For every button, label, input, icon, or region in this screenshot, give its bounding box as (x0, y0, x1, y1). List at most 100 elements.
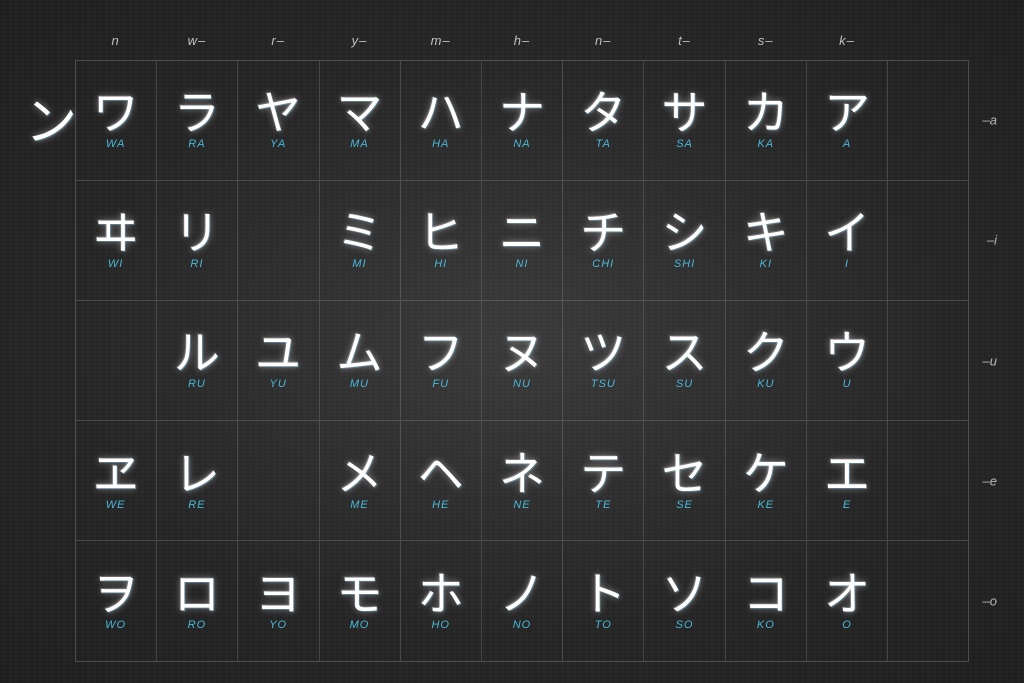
kana-romanji-ku: KU (757, 378, 774, 390)
kana-char-wo: ヲ (93, 571, 139, 617)
kana-romanji-ru: RU (188, 378, 206, 390)
kana-char-wi: ヰ (93, 210, 139, 256)
kana-cell-ka: カ KA (725, 60, 806, 180)
kana-romanji-re: RE (188, 499, 205, 511)
kana-char-ke: ケ (743, 451, 789, 497)
kana-romanji-ma: MA (350, 138, 369, 150)
kana-cell-ne: ネ NE (481, 421, 562, 541)
kana-characters-grid: ワ WA ラ RA ヤ YA マ MA ハ HA ナ NA (75, 60, 969, 662)
kana-cell-ra: ラ RA (156, 60, 237, 180)
kana-romanji-yo: YO (269, 619, 287, 631)
kana-character-n: ン (25, 80, 77, 155)
kana-cell-sa: サ SA (644, 60, 725, 180)
kana-cell-nu: ヌ NU (481, 300, 562, 420)
kana-cell-no: ノ NO (481, 541, 562, 661)
kana-romanji-yu: YU (270, 378, 287, 390)
kana-cell-ku: ク KU (725, 300, 806, 420)
kana-char-a: ア (824, 90, 870, 136)
kana-cell-wa: ワ WA (75, 60, 156, 180)
kana-char-ru: ル (174, 330, 220, 376)
kana-char-we: ヱ (93, 451, 139, 497)
kana-char-ni: ニ (499, 210, 545, 256)
kana-char-ta: タ (580, 90, 626, 136)
kana-romanji-u: U (843, 378, 852, 390)
kana-cell-empty-o (888, 541, 969, 661)
kana-char-na: ナ (499, 90, 545, 136)
kana-cell-ro: ロ RO (156, 541, 237, 661)
kana-cell-empty-i (888, 180, 969, 300)
kana-char-te: テ (580, 451, 626, 497)
kana-char-o: オ (824, 571, 870, 617)
kana-cell-e: エ E (806, 421, 887, 541)
kana-cell-o: オ O (806, 541, 887, 661)
katakana-grid-container: n w– r– y– m– h– n– t– s (27, 22, 997, 662)
kana-cell-ki: キ KI (725, 180, 806, 300)
kana-char-e: エ (824, 451, 870, 497)
kana-char-ne: ネ (499, 451, 545, 497)
kana-romanji-ri: RI (190, 258, 203, 270)
kana-cell-empty-a (888, 60, 969, 180)
kana-romanji-te: TE (595, 499, 611, 511)
kana-char-he: ヘ (418, 451, 464, 497)
kana-cell-yo: ヨ YO (238, 541, 319, 661)
col-header-t: t– (644, 22, 725, 60)
row-header-u: –u (969, 353, 997, 368)
kana-cell-mo: モ MO (319, 541, 400, 661)
kana-cell-se: セ SE (644, 421, 725, 541)
kana-cell-tsu: ツ TSU (563, 300, 644, 420)
kana-cell-we: ヱ WE (75, 421, 156, 541)
kana-char-nu: ヌ (499, 330, 545, 376)
kana-char-u: ウ (824, 330, 870, 376)
kana-cell-u: ウ U (806, 300, 887, 420)
kana-romanji-e: E (843, 499, 851, 511)
kana-cell-ta: タ TA (563, 60, 644, 180)
kana-char-so: ソ (662, 571, 708, 617)
kana-char-no: ノ (499, 571, 545, 617)
kana-char-shi: シ (662, 210, 708, 256)
kana-cell-su: ス SU (644, 300, 725, 420)
col-header-y: y– (319, 22, 400, 60)
col-header-n2: n– (563, 22, 644, 60)
kana-char-i: イ (824, 210, 870, 256)
col-header-n: n (75, 22, 156, 60)
kana-romanji-we: WE (106, 499, 126, 511)
kana-char-ri: リ (174, 210, 220, 256)
kana-romanji-hi: HI (434, 258, 447, 270)
kana-romanji-no: NO (513, 619, 532, 631)
kana-char-tsu: ツ (580, 330, 626, 376)
kana-cell-ri: リ RI (156, 180, 237, 300)
kana-cell-hi: ヒ HI (400, 180, 481, 300)
kana-romanji-ha: HA (432, 138, 449, 150)
kana-char-mi: ミ (336, 210, 382, 256)
kana-romanji-mu: MU (350, 378, 369, 390)
kana-cell-yu: ユ YU (238, 300, 319, 420)
kana-cell-n: ン (27, 60, 75, 662)
kana-cell-empty-u (888, 300, 969, 420)
kana-cell-re: レ RE (156, 421, 237, 541)
kana-cell-ho: ホ HO (400, 541, 481, 661)
column-headers: n w– r– y– m– h– n– t– s (75, 22, 969, 60)
kana-romanji-ko: KO (757, 619, 775, 631)
kana-romanji-fu: FU (432, 378, 449, 390)
kana-cell-wi: ヰ WI (75, 180, 156, 300)
kana-char-su: ス (662, 330, 708, 376)
row-header-o: –o (969, 594, 997, 609)
kana-cell-ke: ケ KE (725, 421, 806, 541)
kana-cell-empty-e (888, 421, 969, 541)
row-header-a: –a (969, 112, 997, 127)
kana-romanji-so: SO (676, 619, 694, 631)
kana-cell-mu: ム MU (319, 300, 400, 420)
kana-char-wa: ワ (93, 90, 139, 136)
kana-cell-na: ナ NA (481, 60, 562, 180)
kana-cell-ni: ニ NI (481, 180, 562, 300)
kana-cell-he: ヘ HE (400, 421, 481, 541)
kana-romanji-i: I (845, 258, 849, 270)
kana-char-ra: ラ (174, 90, 220, 136)
kana-cell-mi: ミ MI (319, 180, 400, 300)
kana-romanji-ro: RO (188, 619, 207, 631)
kana-romanji-ne: NE (513, 499, 530, 511)
kana-cell-a: ア A (806, 60, 887, 180)
kana-romanji-a: A (843, 138, 851, 150)
kana-cell-i: イ I (806, 180, 887, 300)
col-header-m: m– (400, 22, 481, 60)
